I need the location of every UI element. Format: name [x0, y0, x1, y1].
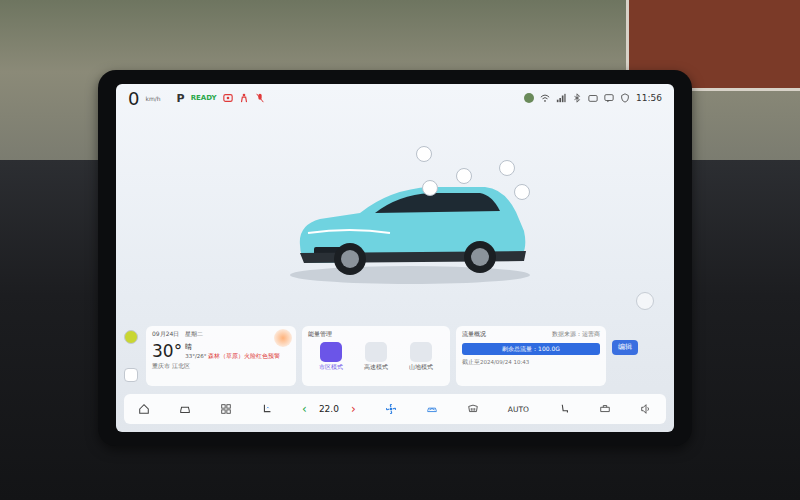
temp-down-button[interactable]: ‹ [302, 402, 307, 416]
vehicle-view [116, 112, 674, 326]
edit-button[interactable]: 编辑 [612, 340, 638, 355]
vehicle-settings-icon[interactable] [636, 292, 654, 310]
energy-card: 能量管理市区模式高速模式山地模式 [302, 326, 450, 386]
fan-icon[interactable] [385, 403, 397, 415]
speed-unit: km/h [145, 95, 160, 102]
data-title: 流量概况 [462, 330, 486, 339]
photo-scene: 0 km/h P READY 11:56 09月24日星期二 30°晴33°/26° 森林（… [0, 0, 800, 500]
seat-heat-icon[interactable] [261, 403, 273, 415]
weather-condition: 晴 [185, 342, 280, 352]
location: 重庆市 江北区 [152, 363, 290, 370]
dock: ‹ 22.0 › AUTO [124, 394, 666, 424]
mode-icon [410, 342, 432, 362]
status-bar: 0 km/h P READY 11:56 [116, 84, 674, 112]
door-control-icon[interactable] [422, 180, 438, 196]
energy-mode[interactable]: 市区模式 [319, 342, 343, 371]
display: 0 km/h P READY 11:56 09月24日星期二 30°晴33°/26° 森林（… [116, 84, 674, 432]
avatar-icon[interactable] [524, 93, 534, 103]
apps-icon[interactable] [220, 403, 232, 415]
sun-icon [274, 329, 292, 347]
energy-mode[interactable]: 高速模式 [364, 342, 388, 371]
weather-card[interactable]: 09月24日星期二 30°晴33°/26° 森林（草原）火险红色预警重庆市 江北区 [146, 326, 296, 386]
remaining-data: 剩余总流量：100.0G [502, 345, 560, 354]
rear-climate-icon[interactable] [599, 403, 611, 415]
temp-up-button[interactable]: › [351, 402, 356, 416]
speed: 0 [128, 88, 139, 109]
data-bar: 剩余总流量：100.0G [462, 343, 600, 355]
energy-title: 能量管理 [308, 330, 444, 339]
data-source: 数据来源：运营商 [552, 331, 600, 338]
mic-off-icon [255, 93, 265, 103]
charge-port-icon[interactable] [514, 184, 530, 200]
seat-icon[interactable] [558, 403, 570, 415]
temperature-control: ‹ 22.0 › [302, 402, 356, 416]
gear: P [177, 92, 185, 105]
shield-icon [620, 93, 630, 103]
assistant-icon[interactable] [124, 330, 138, 344]
seatbelt-icon [239, 93, 249, 103]
sunroof-control-icon[interactable] [416, 146, 432, 162]
car-icon[interactable] [179, 403, 191, 415]
warning-icon [223, 93, 233, 103]
set-temperature: 22.0 [319, 404, 339, 414]
data-deadline: 截止至2024/09/24 10:43 [462, 359, 600, 366]
camera-icon [588, 93, 598, 103]
shortcut-column [124, 326, 140, 386]
weather-alert: 森林（草原）火险红色预警 [208, 353, 280, 359]
weather-date: 09月24日星期二 [152, 330, 290, 339]
signal-icon [556, 93, 566, 103]
message-icon [604, 93, 614, 103]
clock: 11:56 [636, 93, 662, 103]
bluetooth-icon [572, 93, 582, 103]
home-icon[interactable] [138, 403, 150, 415]
trunk-control-icon[interactable] [499, 160, 515, 176]
recirculation-icon[interactable] [426, 403, 438, 415]
defrost-icon[interactable] [467, 403, 479, 415]
wifi-icon [540, 93, 550, 103]
ready-indicator: READY [191, 94, 217, 102]
mode-icon [320, 342, 342, 362]
window-control-icon[interactable] [456, 168, 472, 184]
car-model-icon[interactable] [280, 167, 540, 287]
card-row: 09月24日星期二 30°晴33°/26° 森林（草原）火险红色预警重庆市 江北区… [116, 326, 674, 386]
temperature-range: 33°/26° 森林（草原）火险红色预警 [185, 353, 280, 360]
mode-icon [365, 342, 387, 362]
widget-icon[interactable] [124, 368, 138, 382]
volume-icon[interactable] [640, 403, 652, 415]
auto-button[interactable]: AUTO [508, 405, 529, 414]
data-usage-card: 流量概况 数据来源：运营商剩余总流量：100.0G 截止至2024/09/24 10… [456, 326, 606, 386]
temperature: 30° [152, 341, 182, 361]
energy-mode[interactable]: 山地模式 [409, 342, 433, 371]
center-screen: 0 km/h P READY 11:56 09月24日星期二 30°晴33°/26° 森林（… [98, 70, 692, 446]
